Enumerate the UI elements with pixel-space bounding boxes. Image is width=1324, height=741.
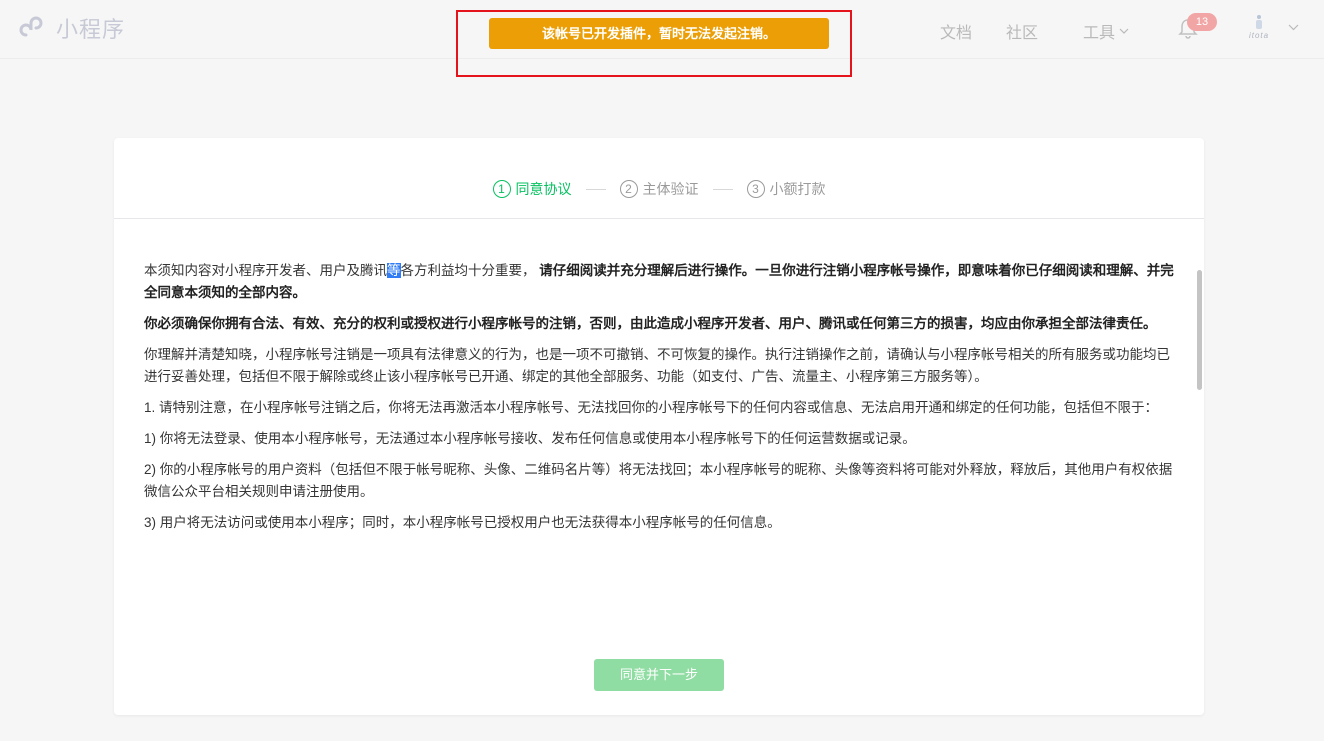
step-label: 同意协议 — [515, 181, 572, 197]
avatar-label: itota — [1248, 31, 1270, 40]
scrollbar-thumb[interactable] — [1197, 270, 1202, 390]
progress-steps: 1 同意协议 2 主体验证 3 小额打款 — [114, 138, 1204, 219]
logo[interactable]: 小程序 — [18, 12, 125, 44]
avatar-figure-icon — [1256, 15, 1262, 29]
agreement-text: 本须知内容对小程序开发者、用户及腾讯等各方利益均十分重要， 请仔细阅读并充分理解… — [144, 260, 1174, 600]
selected-text: 等 — [387, 263, 401, 278]
avatar[interactable]: itota — [1246, 14, 1272, 44]
agreement-paragraph: 你理解并清楚知晓，小程序帐号注销是一项具有法律意义的行为，也是一项不可撤销、不可… — [144, 347, 1170, 384]
step-label: 小额打款 — [769, 181, 826, 197]
agreement-bold-text: 你必须确保你拥有合法、有效、充分的权利或授权进行小程序帐号的注销，否则，由此造成… — [144, 316, 1157, 331]
agreement-paragraph: 1. 请特别注意，在小程序帐号注销之后，你将无法再激活本小程序帐号、无法找回你的… — [144, 400, 1159, 415]
agreement-paragraph: 3) 用户将无法访问或使用本小程序；同时，本小程序帐号已授权用户也无法获得本小程… — [144, 515, 781, 530]
nav-tools-menu[interactable]: 工具 — [1083, 19, 1129, 43]
step-separator — [712, 188, 733, 190]
nav-docs-link[interactable]: 文档 — [940, 19, 972, 43]
nav-community-link[interactable]: 社区 — [1006, 19, 1038, 43]
agree-next-button[interactable]: 同意并下一步 — [594, 659, 724, 691]
step-payment: 3 小额打款 — [746, 179, 826, 199]
deregistration-card: 1 同意协议 2 主体验证 3 小额打款 本须知内容对小程序开发者、用户及腾讯等… — [114, 138, 1204, 715]
nav-tools-label: 工具 — [1083, 25, 1116, 42]
mini-program-logo-icon — [19, 16, 43, 37]
step-number: 3 — [746, 180, 765, 198]
step-agree: 1 同意协议 — [492, 179, 572, 199]
step-separator — [585, 188, 606, 190]
agreement-paragraph: 1) 你将无法登录、使用本小程序帐号，无法通过本小程序帐号接收、发布任何信息或使… — [144, 431, 916, 446]
agreement-paragraph: 本须知内容对小程序开发者、用户及腾讯等各方利益均十分重要， 请仔细阅读并充分理解… — [144, 260, 1174, 304]
chevron-down-icon — [1119, 28, 1129, 34]
warning-toast: 该帐号已开发插件，暂时无法发起注销。 — [489, 18, 829, 49]
agreement-text-span: 各方利益均十分重要， — [400, 263, 536, 278]
chevron-down-icon[interactable] — [1288, 22, 1299, 33]
notification-badge: 13 — [1187, 13, 1217, 31]
agreement-paragraph: 你必须确保你拥有合法、有效、充分的权利或授权进行小程序帐号的注销，否则，由此造成… — [144, 313, 1174, 335]
agreement-text-span: 本须知内容对小程序开发者、用户及腾讯 — [144, 263, 387, 278]
step-number: 2 — [619, 180, 638, 198]
agreement-paragraph: 2) 你的小程序帐号的用户资料（包括但不限于帐号昵称、头像、二维码名片等）将无法… — [144, 462, 1173, 499]
app-title: 小程序 — [56, 17, 126, 42]
step-label: 主体验证 — [642, 181, 699, 197]
step-verify: 2 主体验证 — [619, 179, 699, 199]
step-number: 1 — [492, 180, 511, 198]
